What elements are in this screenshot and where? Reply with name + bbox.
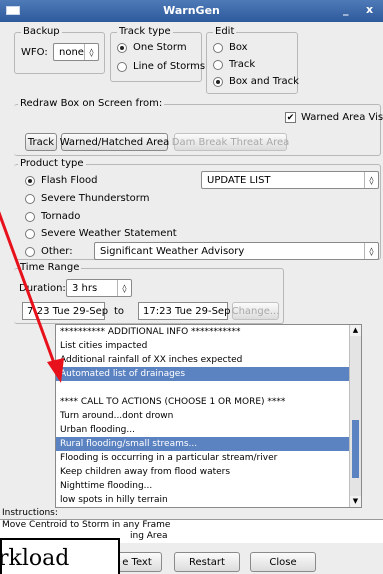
track-type-group: Track type One Storm Line of Storms [110,26,205,82]
update-list-select[interactable]: UPDATE LIST ◊ [201,171,379,189]
option-label: Track [229,59,256,70]
bullet-list-item[interactable] [56,381,361,395]
dam-break-threat-area-button: Dam Break Threat Area [172,133,289,151]
track-type-line-of-storms[interactable]: Line of Storms [117,61,205,72]
bullet-list-item[interactable]: ********** ADDITIONAL INFO *********** [56,325,361,339]
change-time-button: Change... [232,302,279,320]
backup-legend: Backup [21,26,62,37]
wfo-label: WFO: [21,47,48,58]
bullet-list-item[interactable]: List cities impacted [56,339,361,353]
option-label: Box and Track [229,76,299,87]
redraw-legend: Redraw Box on Screen from: [18,98,165,109]
radio-icon [213,59,223,70]
chevron-updown-icon: ◊ [84,44,98,60]
option-label: Severe Weather Statement [41,228,177,239]
edit-box[interactable]: Box [213,42,248,53]
warned-hatched-area-button[interactable]: Warned/Hatched Area [60,133,169,151]
radio-icon [25,211,35,222]
overlay-text: rkload [0,545,70,571]
start-time-field[interactable]: 7:23 Tue 29-Sep [22,302,108,320]
bullet-list-item[interactable]: Urban flooding... [56,423,361,437]
bullet-list-item[interactable]: low spots in hilly terrain [56,493,361,507]
other-product-value: Significant Weather Advisory [100,245,245,257]
end-time-field[interactable]: 17:23 Tue 29-Sep [138,302,230,320]
track-type-one-storm[interactable]: One Storm [117,42,187,53]
duration-select[interactable]: 3 hrs ◊ [66,279,132,297]
product-severe-thunderstorm[interactable]: Severe Thunderstorm [25,193,149,204]
option-label: Tornado [41,211,81,222]
radio-icon [25,228,35,239]
track-type-legend: Track type [117,26,173,37]
bullet-list-item[interactable]: **** CALL TO ACTIONS (CHOOSE 1 OR MORE) … [56,395,361,409]
product-other[interactable]: Other: [25,246,73,257]
to-label: to [114,306,125,317]
restart-button[interactable]: Restart [174,552,240,572]
backup-group: Backup WFO: none ◊ [14,26,105,74]
option-label: Flash Flood [41,175,98,186]
radio-icon [117,61,127,72]
radio-icon [25,175,35,186]
product-type-legend: Product type [18,158,86,169]
track-button[interactable]: Track [25,133,57,151]
edit-legend: Edit [213,26,237,37]
checkmark-icon: ✔ [285,112,296,123]
instructions-label: Instructions: [2,508,58,518]
radio-icon [213,76,223,87]
option-label: Line of Storms [133,61,206,72]
wfo-value: none [59,46,84,58]
scroll-down-icon[interactable]: ▼ [350,496,361,507]
bullet-list-item[interactable]: Nighttime flooding... [56,479,361,493]
duration-value: 3 hrs [72,282,98,294]
radio-icon [117,42,127,53]
chevron-updown-icon: ◊ [117,280,131,296]
close-window-button[interactable]: x [366,3,373,16]
option-label: Warned Area Visible [301,112,383,123]
option-label: Other: [41,246,73,257]
chevron-updown-icon: ◊ [364,172,378,188]
instruction-line: Move Centroid to Storm in any Frame [2,520,171,530]
bullet-list-item[interactable]: Flooding is occurring in a particular st… [56,451,361,465]
window-title: WarnGen [163,4,220,17]
chevron-updown-icon: ◊ [364,243,378,259]
wfo-select[interactable]: none ◊ [53,43,99,61]
option-label: One Storm [133,42,187,53]
bullet-list-scrollbar[interactable]: ▲ ▼ [349,325,361,507]
duration-label: Duration: [19,283,66,294]
bullet-list[interactable]: ********** ADDITIONAL INFO *********** Li… [55,324,362,508]
option-label: Severe Thunderstorm [41,193,150,204]
update-list-value: UPDATE LIST [207,174,271,186]
bullet-list-item[interactable]: Keep children away from flood waters [56,465,361,479]
bullet-list-item[interactable]: Additional rainfall of XX inches expecte… [56,353,361,367]
radio-icon [25,246,35,257]
time-range-legend: Time Range [18,262,82,273]
product-severe-weather-statement[interactable]: Severe Weather Statement [25,228,177,239]
warned-area-visible-checkbox[interactable]: ✔ Warned Area Visible [285,112,383,123]
edit-track[interactable]: Track [213,59,255,70]
overlay-text-box: rkload [0,538,120,574]
close-button[interactable]: Close [250,552,316,572]
radio-icon [25,193,35,204]
bullet-list-item[interactable]: Automated list of drainages [56,367,361,381]
scroll-up-icon[interactable]: ▲ [350,325,361,336]
title-bar: WarnGen _ x [0,0,383,22]
other-product-select[interactable]: Significant Weather Advisory ◊ [94,242,379,260]
scroll-thumb[interactable] [352,420,359,478]
edit-group: Edit Box Track Box and Track [206,26,299,94]
bullet-list-item[interactable]: Rural flooding/small streams... [56,437,361,451]
product-tornado[interactable]: Tornado [25,211,80,222]
option-label: Box [229,42,248,53]
radio-icon [213,42,223,53]
product-flash-flood[interactable]: Flash Flood [25,175,98,186]
minimize-button[interactable]: _ [343,3,349,16]
edit-box-and-track[interactable]: Box and Track [213,76,299,87]
bullet-list-item[interactable]: Turn around...dont drown [56,409,361,423]
